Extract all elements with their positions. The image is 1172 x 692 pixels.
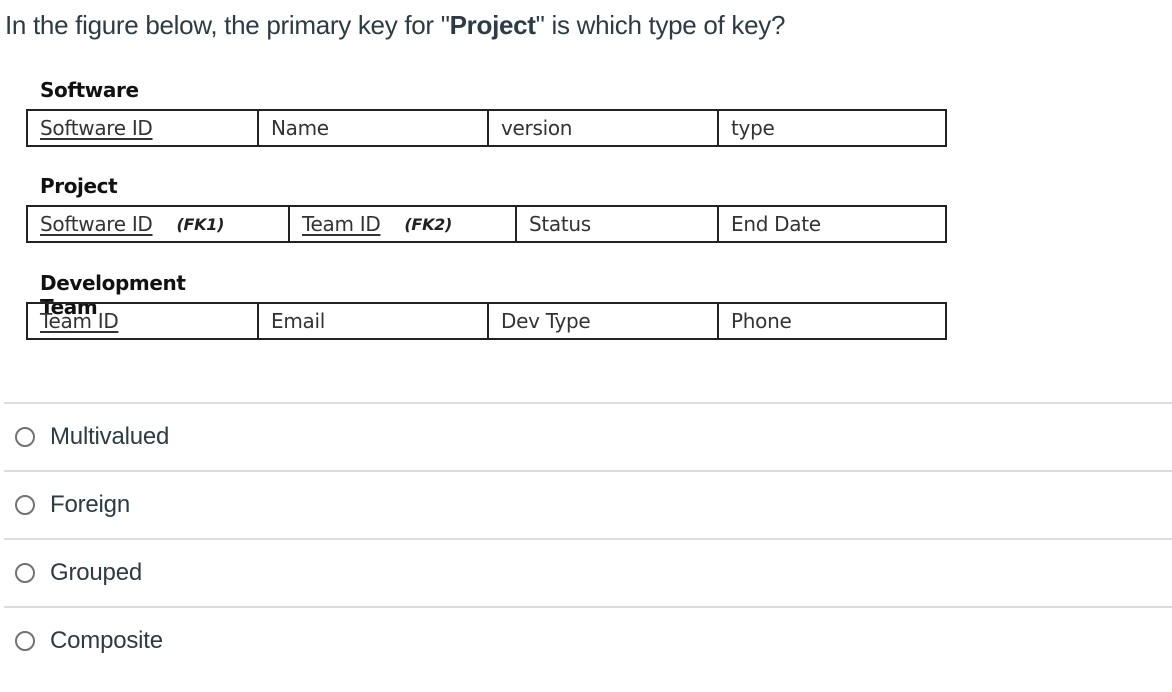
answer-option-foreign[interactable]: Foreign	[4, 470, 1172, 538]
column-dev-type: Dev Type	[489, 304, 719, 338]
column-label: Phone	[731, 309, 792, 333]
radio-button[interactable]	[15, 563, 35, 583]
foreign-key-tag: (FK1)	[176, 214, 225, 234]
primary-key-label: Team ID	[302, 212, 381, 236]
answer-label: Foreign	[50, 491, 130, 518]
question-emphasis: Project	[449, 10, 536, 40]
column-email: Email	[259, 304, 489, 338]
column-software-id: Software ID	[28, 111, 259, 145]
question-text: In the figure below, the primary key for…	[5, 10, 785, 41]
primary-key-label: Software ID	[40, 212, 153, 236]
question-prefix: In the figure below, the primary key for…	[5, 10, 450, 40]
column-end-date: End Date	[719, 207, 945, 241]
answer-label: Multivalued	[50, 423, 170, 450]
radio-button[interactable]	[15, 427, 35, 447]
foreign-key-tag: (FK2)	[404, 214, 453, 234]
entity-table-development-team: Team ID Email Dev Type Phone	[26, 302, 947, 340]
column-type: type	[719, 111, 945, 145]
answer-label: Composite	[50, 627, 163, 654]
column-label: End Date	[731, 212, 821, 236]
column-label: Status	[529, 212, 591, 236]
column-phone: Phone	[719, 304, 945, 338]
column-team-id: Team ID	[28, 304, 259, 338]
column-version: version	[489, 111, 719, 145]
answer-option-composite[interactable]: Composite	[4, 606, 1172, 674]
answer-label: Grouped	[50, 559, 142, 586]
radio-button[interactable]	[15, 631, 35, 651]
radio-button[interactable]	[15, 495, 35, 515]
answer-option-multivalued[interactable]: Multivalued	[4, 402, 1172, 470]
column-status: Status	[517, 207, 719, 241]
entity-table-project: Software ID (FK1) Team ID (FK2) Status End…	[26, 205, 947, 243]
column-team-id-fk2: Team ID (FK2)	[290, 207, 517, 241]
column-label: Name	[271, 116, 329, 140]
column-software-id-fk1: Software ID (FK1)	[28, 207, 290, 241]
column-label: type	[731, 116, 775, 140]
answer-options: Multivalued Foreign Grouped Composite	[4, 402, 1172, 674]
entity-title-project: Project	[40, 174, 118, 198]
entity-table-software: Software ID Name version type	[26, 109, 947, 147]
primary-key-label: Software ID	[40, 116, 153, 140]
column-name: Name	[259, 111, 489, 145]
column-label: version	[501, 116, 573, 140]
entity-title-software: Software	[40, 78, 139, 102]
column-label: Email	[271, 309, 325, 333]
question-suffix: " is which type of key?	[535, 10, 786, 40]
answer-option-grouped[interactable]: Grouped	[4, 538, 1172, 606]
column-label: Dev Type	[501, 309, 591, 333]
primary-key-label: Team ID	[40, 309, 119, 333]
